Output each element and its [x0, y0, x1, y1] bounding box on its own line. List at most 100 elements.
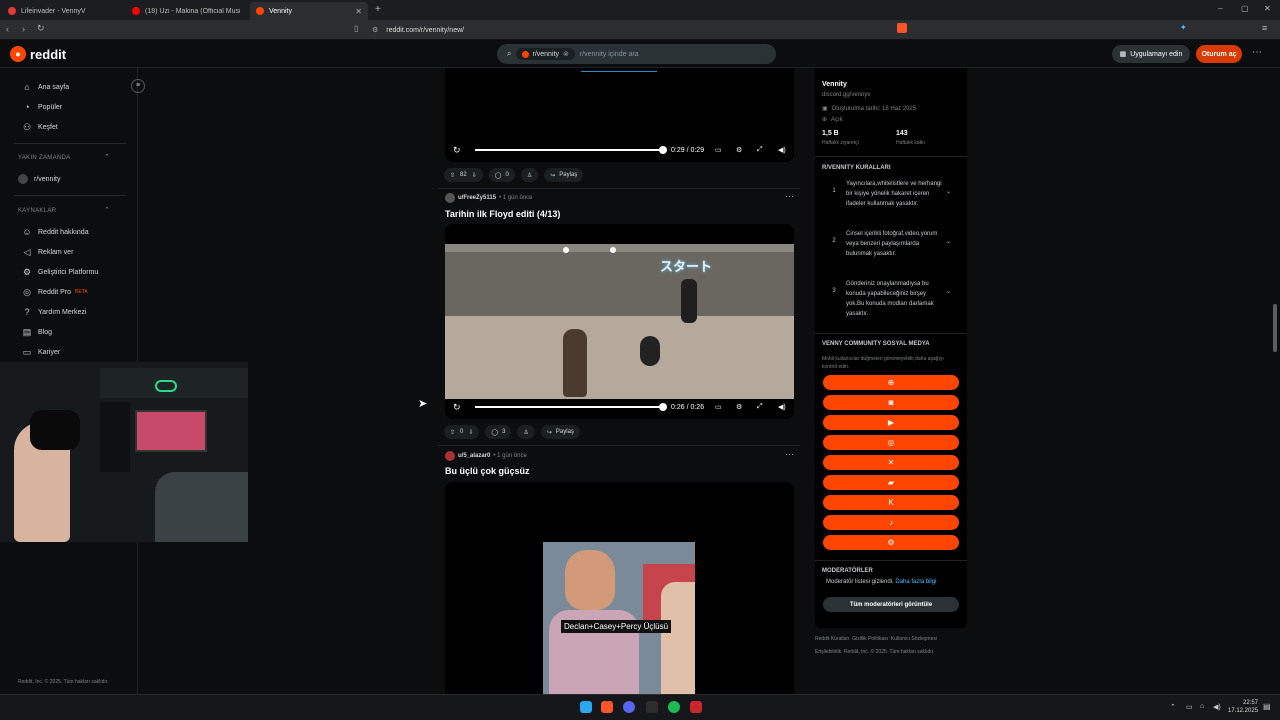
extension-icon[interactable]: ✦ — [1180, 23, 1187, 32]
downvote-icon[interactable]: ⇩ — [468, 429, 473, 436]
more-options-icon[interactable]: ⋯ — [1252, 47, 1262, 58]
social-link-twitch[interactable]: ▰ — [823, 475, 959, 490]
community-link[interactable]: discord.gg/vennyv — [822, 92, 870, 98]
chevron-down-icon[interactable]: ⌄ — [946, 179, 956, 209]
brave-taskbar-icon[interactable] — [601, 701, 613, 713]
vote-pill[interactable]: ⇧ 0 ⇩ — [444, 425, 480, 439]
post-menu-icon[interactable]: ⋯ — [785, 449, 794, 460]
reddit-logo[interactable]: ● reddit — [10, 46, 66, 62]
share-button[interactable]: ↪ Paylaş — [544, 168, 584, 182]
view-all-moderators-button[interactable]: Tüm moderatörleri görüntüle — [823, 597, 959, 612]
browser-tab[interactable]: Lifeinvader - VennyV — [2, 2, 122, 20]
post-title[interactable]: Tarihin ilk Floyd editi (4/13) — [445, 209, 560, 219]
spotify-taskbar-icon[interactable] — [668, 701, 680, 713]
remove-chip-icon[interactable]: ⊗ — [563, 50, 569, 58]
downvote-icon[interactable]: ⇩ — [472, 172, 477, 179]
fullscreen-icon[interactable]: ⤢ — [757, 146, 763, 154]
comments-button[interactable]: ◯ 0 — [488, 168, 515, 182]
volume-icon[interactable]: ◀) — [778, 146, 786, 154]
sidebar-item-careers[interactable]: ▭ Kariyer — [22, 347, 60, 357]
url-field[interactable]: ⚙ reddit.com/r/vennity/new/ — [372, 23, 908, 37]
chevron-down-icon[interactable]: ⌄ — [946, 279, 956, 319]
progress-knob[interactable] — [659, 146, 667, 154]
footer-links[interactable]: Reddit Kuralları Gizlilik Politikası Kul… — [815, 636, 937, 642]
social-link-youtube[interactable]: ▶ — [823, 415, 959, 430]
sidebar-item-recent-vennity[interactable]: r/vennity — [18, 174, 60, 184]
sidebar-item-advertise[interactable]: ◁ Reklam ver — [22, 247, 74, 257]
award-button[interactable]: ♙ — [517, 425, 535, 439]
social-link-instagram[interactable]: ◎ — [823, 435, 959, 450]
collapse-sidebar-icon[interactable]: ≡ — [131, 79, 145, 93]
settings-icon[interactable]: ⚙ — [736, 403, 742, 411]
social-link-kick[interactable]: K — [823, 495, 959, 510]
post-author[interactable]: u/5_alazar0 • 1 gün önce — [445, 451, 527, 461]
social-link-x[interactable]: ✕ — [823, 455, 959, 470]
sidebar-item-help[interactable]: ? Yardım Merkezi — [22, 307, 86, 317]
browser-tab-active[interactable]: Vennity ✕ — [250, 2, 368, 20]
chevron-down-icon[interactable]: ⌄ — [946, 229, 956, 259]
get-app-button[interactable]: ▦ Uygulamayı edin — [1112, 45, 1190, 63]
reload-icon[interactable]: ↻ — [37, 23, 45, 34]
more-info-link[interactable]: Daha fazla bilgi — [895, 579, 936, 585]
browser-menu-icon[interactable]: ≡ — [1262, 23, 1267, 33]
windows-start-icon[interactable] — [580, 701, 592, 713]
rule-item[interactable]: 3 Gönderiniz onaylanmadıysa bu konuda yap… — [822, 279, 956, 319]
captions-icon[interactable]: ▭ — [715, 146, 722, 154]
fullscreen-icon[interactable]: ⤢ — [757, 403, 763, 411]
share-button[interactable]: ↪ Paylaş — [540, 425, 580, 439]
volume-icon[interactable]: ◀) — [778, 403, 786, 411]
sidebar-item-about[interactable]: ☺ Reddit hakkında — [22, 227, 88, 237]
vote-pill[interactable]: ⇧ 82 ⇩ — [444, 168, 483, 182]
chevron-up-icon[interactable]: ⌃ — [104, 206, 110, 214]
sidebar-item-blog[interactable]: ▤ Blog — [22, 327, 52, 337]
discord-taskbar-icon[interactable] — [623, 701, 635, 713]
page-scrollbar[interactable] — [1272, 68, 1278, 694]
chevron-up-icon[interactable]: ⌃ — [104, 153, 110, 161]
browser-tab[interactable]: (18) Uzi - Makina (Official Music Vide — [126, 2, 246, 20]
login-button[interactable]: Oturum aç — [1196, 45, 1242, 63]
post-media[interactable]: Declan+Casey+Percy Üçlüsü — [445, 482, 794, 694]
search-community-chip[interactable]: r/vennity ⊗ — [516, 48, 575, 60]
tray-icon[interactable]: ▭ — [1186, 703, 1193, 711]
site-settings-icon[interactable]: ⚙ — [372, 26, 378, 34]
bookmark-icon[interactable]: ▯ — [354, 24, 358, 33]
back-icon[interactable]: ‹ — [6, 24, 9, 34]
sidebar-item-reddit-pro[interactable]: ◎ Reddit Pro BETA — [22, 287, 88, 297]
brave-shield-icon[interactable] — [897, 23, 907, 33]
post-menu-icon[interactable]: ⋯ — [785, 191, 794, 202]
close-tab-icon[interactable]: ✕ — [355, 7, 362, 16]
network-icon[interactable]: ⌂ — [1200, 703, 1204, 710]
sidebar-item-developer[interactable]: ⚙ Geliştirici Platformu — [22, 267, 98, 277]
video-progress-bar[interactable] — [475, 403, 667, 411]
post-title[interactable]: Bu üçlü çok güçsüz — [445, 466, 530, 476]
progress-knob[interactable] — [659, 403, 667, 411]
post-video[interactable]: スタート — [445, 224, 794, 419]
social-link-discord[interactable]: ◙ — [823, 395, 959, 410]
sidebar-item-home[interactable]: ⌂ Ana sayfa — [22, 82, 69, 92]
rule-item[interactable]: 1 Yayıncılara,whitelistlere ve herhangi b… — [822, 179, 956, 209]
social-link-tiktok[interactable]: ♪ — [823, 515, 959, 530]
scrollbar-thumb[interactable] — [1273, 304, 1277, 352]
rule-item[interactable]: 2 Cinsel içerikli fotoğraf,video,yorum ve… — [822, 229, 956, 259]
social-link-website[interactable]: ⊕ — [823, 375, 959, 390]
sidebar-item-explore[interactable]: ⚇ Keşfet — [22, 122, 58, 132]
minimize-icon[interactable]: – — [1218, 4, 1222, 13]
app-taskbar-icon[interactable] — [690, 701, 702, 713]
obs-taskbar-icon[interactable] — [646, 701, 658, 713]
new-tab-icon[interactable]: + — [375, 4, 381, 15]
upvote-icon[interactable]: ⇧ — [450, 172, 455, 179]
tray-chevron-icon[interactable]: ⌃ — [1170, 703, 1176, 711]
settings-icon[interactable]: ⚙ — [736, 146, 742, 154]
replay-icon[interactable]: ↻ — [453, 145, 461, 156]
volume-tray-icon[interactable]: ◀) — [1213, 703, 1221, 711]
search-input[interactable]: ⌕ r/vennity ⊗ r/vennity içinde ara — [497, 44, 776, 64]
comments-button[interactable]: ◯ 3 — [485, 425, 512, 439]
replay-icon[interactable]: ↻ — [453, 402, 461, 413]
maximize-icon[interactable]: ▢ — [1241, 4, 1249, 13]
sidebar-item-popular[interactable]: ◔ Popüler — [22, 102, 62, 112]
award-button[interactable]: ♙ — [520, 168, 539, 182]
upvote-icon[interactable]: ⇧ — [450, 429, 455, 436]
social-link-steam[interactable]: ⚙ — [823, 535, 959, 550]
video-progress-bar[interactable] — [475, 146, 667, 154]
taskbar-clock[interactable]: 22:57 17.12.2025 — [1228, 699, 1258, 715]
